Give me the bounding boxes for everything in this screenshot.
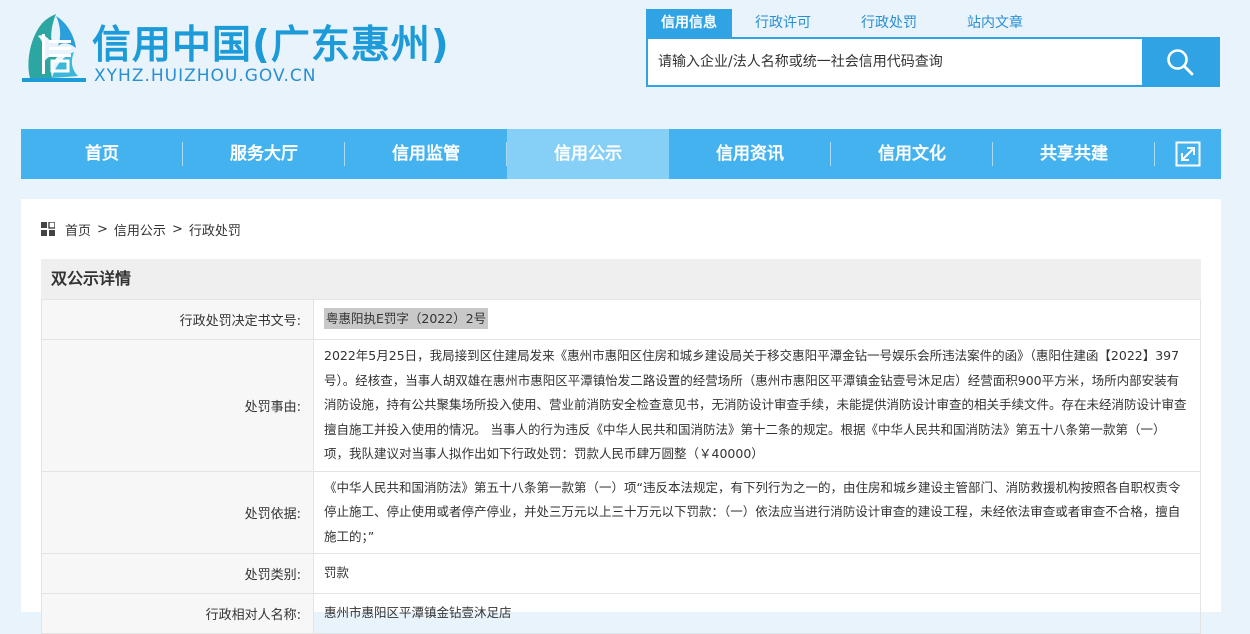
search-button[interactable] [1142, 39, 1218, 85]
site-url: XYHZ.HUIZHOU.GOV.CN [94, 66, 317, 86]
breadcrumb-separator: > [97, 221, 108, 237]
breadcrumb-home[interactable]: 首页 [65, 220, 91, 239]
row-label: 行政相对人名称: [41, 593, 314, 634]
nav-item-service-hall[interactable]: 服务大厅 [183, 129, 345, 179]
breadcrumb-admin-penalty[interactable]: 行政处罚 [189, 220, 241, 239]
search-box [646, 37, 1220, 87]
grid-icon [41, 222, 55, 236]
decision-number-value: 粤惠阳执E罚字（2022）2号 [313, 299, 1201, 340]
nav-item-home[interactable]: 首页 [21, 129, 183, 179]
breadcrumb-separator: > [171, 221, 183, 237]
table-row: 处罚依据: 《中华人民共和国消防法》第五十八条第一款第（一）项“违反本法规定，有… [41, 470, 1201, 554]
search-tab-site-articles[interactable]: 站内文章 [952, 9, 1038, 37]
content-panel: 首页 > 信用公示 > 行政处罚 双公示详情 行政处罚决定书文号: 粤惠阳执E罚… [21, 199, 1221, 634]
row-label: 处罚依据: [41, 470, 314, 554]
search-tab-admin-license[interactable]: 行政许可 [740, 9, 826, 37]
search-icon [1167, 49, 1194, 76]
main-nav: 首页 服务大厅 信用监管 信用公示 信用资讯 信用文化 共享共建 [21, 129, 1221, 179]
section-title: 双公示详情 [41, 259, 1201, 299]
xin-seal-logo-icon [22, 14, 86, 82]
nav-item-co-construction[interactable]: 共享共建 [993, 129, 1155, 179]
expand-icon [1175, 141, 1201, 167]
table-row: 行政相对人名称: 惠州市惠阳区平潭镇金钻壹沐足店 [41, 593, 1201, 634]
decision-number-highlight: 粤惠阳执E罚字（2022）2号 [324, 308, 489, 330]
penalty-reason-value: 2022年5月25日，我局接到区住建局发来《惠州市惠阳区住房和城乡建设局关于移交… [313, 339, 1201, 472]
site-title: 信用中国(广东惠州) [92, 23, 450, 68]
detail-table: 行政处罚决定书文号: 粤惠阳执E罚字（2022）2号 处罚事由: 2022年5月… [41, 299, 1201, 634]
row-label: 处罚类别: [41, 553, 314, 594]
penalty-type-value: 罚款 [313, 553, 1201, 594]
penalty-basis-value: 《中华人民共和国消防法》第五十八条第一款第（一）项“违反本法规定，有下列行为之一… [313, 470, 1201, 554]
counterparty-name-value: 惠州市惠阳区平潭镇金钻壹沐足店 [313, 593, 1201, 634]
nav-item-credit-publicity[interactable]: 信用公示 [507, 129, 669, 179]
table-row: 处罚类别: 罚款 [41, 553, 1201, 594]
search-tab-admin-penalty[interactable]: 行政处罚 [846, 9, 932, 37]
table-row: 行政处罚决定书文号: 粤惠阳执E罚字（2022）2号 [41, 299, 1201, 340]
breadcrumb-credit-publicity[interactable]: 信用公示 [114, 220, 166, 239]
breadcrumb: 首页 > 信用公示 > 行政处罚 [41, 219, 241, 239]
site-logo[interactable]: 信用中国(广东惠州) XYHZ.HUIZHOU.GOV.CN [22, 10, 449, 95]
search-input[interactable] [648, 39, 1142, 85]
nav-item-credit-supervision[interactable]: 信用监管 [345, 129, 507, 179]
row-label: 行政处罚决定书文号: [41, 299, 314, 340]
search-tabs: 信用信息 行政许可 行政处罚 站内文章 [646, 9, 1058, 37]
search-tab-credit-info[interactable]: 信用信息 [646, 9, 732, 37]
nav-expand-button[interactable] [1155, 129, 1221, 179]
search-panel: 信用信息 行政许可 行政处罚 站内文章 [646, 9, 1220, 87]
nav-item-credit-culture[interactable]: 信用文化 [831, 129, 993, 179]
table-row: 处罚事由: 2022年5月25日，我局接到区住建局发来《惠州市惠阳区住房和城乡建… [41, 339, 1201, 472]
row-label: 处罚事由: [41, 339, 314, 472]
nav-item-credit-news[interactable]: 信用资讯 [669, 129, 831, 179]
